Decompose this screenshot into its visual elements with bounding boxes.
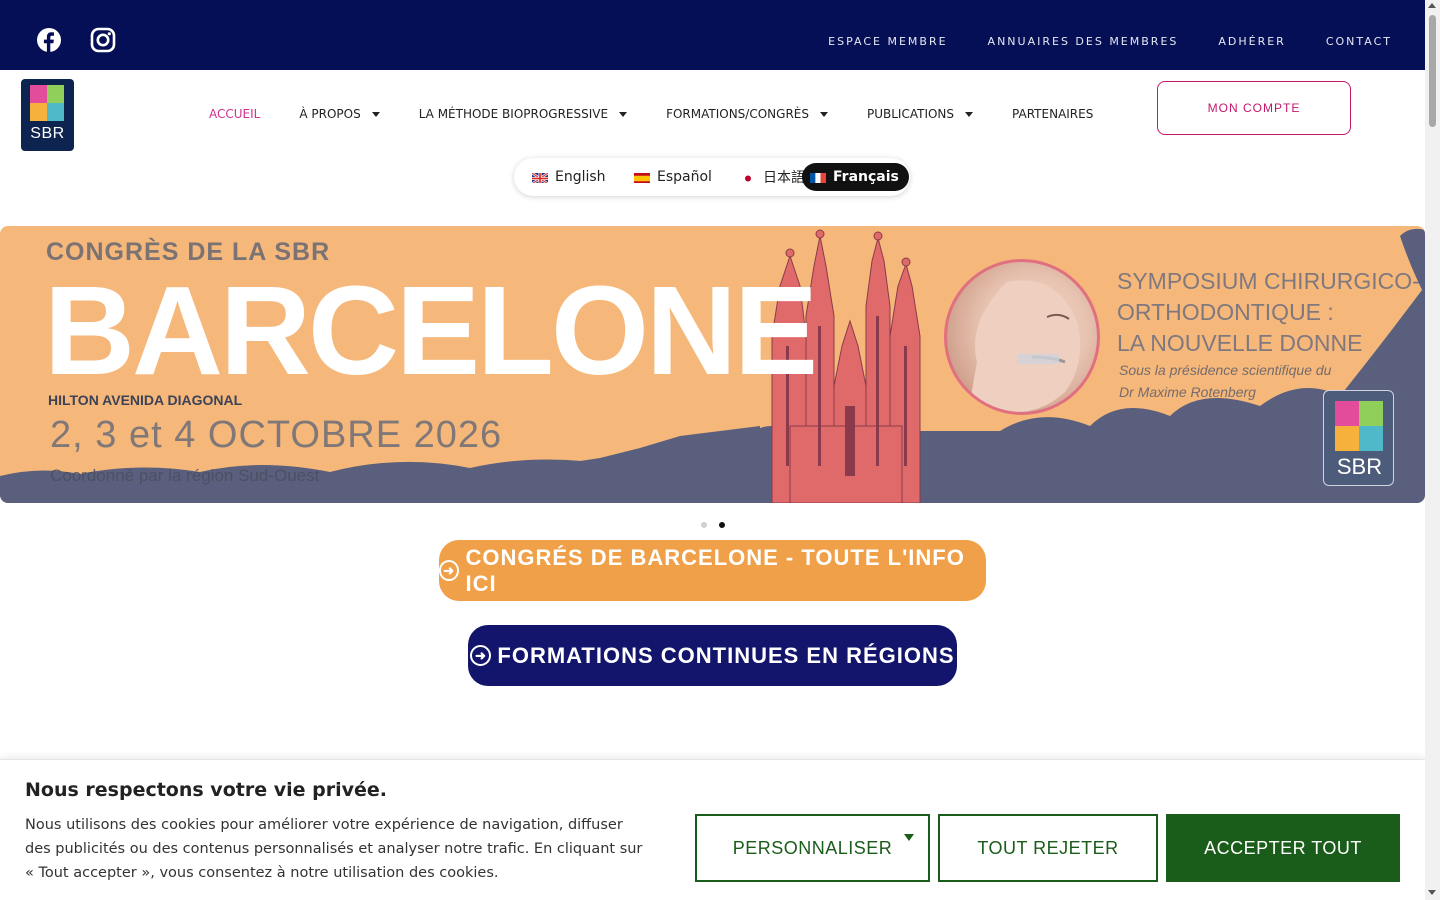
nav-label: ACCUEIL — [209, 107, 261, 121]
nav-label: PUBLICATIONS — [866, 107, 955, 121]
top-bar: ESPACE MEMBRE ANNUAIRES DES MEMBRES ADHÉ… — [0, 0, 1425, 70]
customize-button[interactable]: PERSONNALISER — [695, 814, 930, 882]
japan-flag-icon — [740, 172, 756, 183]
logo-text: SBR — [30, 125, 65, 142]
scrollbar-thumb[interactable] — [1429, 15, 1436, 127]
logo-tile — [1335, 401, 1359, 426]
banner-logo-text: SBR — [1336, 454, 1383, 479]
banner-sbr-logo: SBR — [1323, 390, 1394, 486]
logo-tile — [1359, 401, 1383, 426]
banner-city: BARCELONE — [44, 260, 818, 401]
cta-label: CONGRÉS DE BARCELONE - TOUTE L'INFO ICI — [465, 544, 965, 596]
caret-down-icon — [965, 111, 974, 117]
lang-label: Français — [833, 169, 899, 185]
nav-item-formations[interactable]: FORMATIONS/CONGRÈS — [666, 107, 828, 121]
main-nav: ACCUEIL À PROPOS LA MÉTHODE BIOPROGRESSI… — [209, 107, 1132, 121]
language-switcher: English Español 日本語 Français — [514, 158, 910, 196]
lang-espanol[interactable]: Español — [626, 163, 722, 191]
nav-label: LA MÉTHODE BIOPROGRESSIVE — [418, 107, 609, 121]
arrow-circle-right-icon: ➜ — [439, 560, 460, 581]
caret-down-icon — [619, 111, 628, 117]
carousel-dot-2[interactable] — [719, 522, 725, 528]
nav-item-a-propos[interactable]: À PROPOS — [299, 107, 380, 121]
scroll-up-arrow-icon[interactable] — [1428, 3, 1436, 8]
hero-banner[interactable]: CONGRÈS DE LA SBR BARCELONE HILTON AVENI… — [0, 226, 1425, 503]
caret-down-icon — [904, 834, 914, 841]
banner-symposium-line1: SYMPOSIUM CHIRURGICO-ORTHODONTIQUE : — [1117, 268, 1420, 326]
spain-flag-icon — [634, 172, 650, 183]
nav-label: À PROPOS — [299, 107, 361, 121]
lang-francais[interactable]: Français — [802, 163, 909, 191]
accept-all-button[interactable]: ACCEPTER TOUT — [1166, 814, 1400, 882]
banner-symposium-line2: LA NOUVELLE DONNE — [1117, 330, 1363, 357]
reject-all-button[interactable]: TOUT REJETER — [938, 814, 1158, 882]
carousel-dot-1[interactable] — [701, 522, 707, 528]
uk-flag-icon — [532, 171, 548, 183]
my-account-button[interactable]: MON COMPTE — [1157, 81, 1351, 135]
nav-label: FORMATIONS/CONGRÈS — [666, 107, 809, 121]
cookie-title: Nous respectons votre vie privée. — [25, 779, 387, 801]
france-flag-icon — [810, 172, 826, 183]
page: ESPACE MEMBRE ANNUAIRES DES MEMBRES ADHÉ… — [0, 0, 1425, 900]
top-link-contact[interactable]: CONTACT — [1326, 35, 1392, 48]
banner-subtitle: Sous la présidence scientifique du Dr Ma… — [1119, 360, 1331, 403]
top-link-espace-membre[interactable]: ESPACE MEMBRE — [828, 35, 947, 48]
logo-tile — [1335, 426, 1359, 451]
cta-congres-barcelone[interactable]: ➜ CONGRÉS DE BARCELONE - TOUTE L'INFO IC… — [439, 540, 986, 601]
banner-coordination: Coordonné par la région Sud-Ouest — [50, 466, 320, 485]
cookie-banner: Nous respectons votre vie privée. Nous u… — [0, 759, 1425, 900]
cookie-text: Nous utilisons des cookies pour améliore… — [25, 817, 643, 881]
banner-sub-line1: Sous la présidence scientifique du — [1119, 362, 1332, 378]
top-links: ESPACE MEMBRE ANNUAIRES DES MEMBRES ADHÉ… — [828, 35, 1392, 48]
banner-sub-line2: Dr Maxime Rotenberg — [1119, 383, 1256, 400]
cta-label: FORMATIONS CONTINUES EN RÉGIONS — [497, 642, 955, 668]
caret-down-icon — [819, 111, 828, 117]
banner-hotel: HILTON AVENIDA DIAGONAL — [48, 392, 243, 408]
page-scrollbar[interactable] — [1425, 0, 1440, 900]
logo-tile — [47, 85, 64, 103]
logo-tile — [1359, 426, 1383, 451]
top-link-adherer[interactable]: ADHÉRER — [1218, 35, 1285, 48]
banner-face-illustration — [944, 259, 1100, 415]
banner-date: 2, 3 et 4 OCTOBRE 2026 — [50, 414, 503, 456]
lang-english[interactable]: English — [524, 163, 616, 191]
customize-label: PERSONNALISER — [732, 837, 893, 858]
site-logo[interactable]: SBR — [21, 79, 74, 151]
lang-label: Español — [657, 169, 712, 185]
nav-item-methode[interactable]: LA MÉTHODE BIOPROGRESSIVE — [418, 107, 628, 121]
nav-label: PARTENAIRES — [1012, 107, 1094, 121]
logo-tile — [47, 103, 64, 121]
lang-label: 日本語 — [763, 170, 805, 186]
logo-tile — [30, 103, 47, 121]
cta-formations-regions[interactable]: ➜ FORMATIONS CONTINUES EN RÉGIONS — [468, 625, 957, 686]
lang-label: English — [555, 169, 606, 185]
facebook-icon[interactable] — [36, 27, 62, 53]
nav-item-publications[interactable]: PUBLICATIONS — [866, 107, 974, 121]
nav-item-accueil[interactable]: ACCUEIL — [209, 107, 260, 121]
instagram-icon[interactable] — [90, 27, 116, 53]
caret-down-icon — [371, 111, 380, 117]
scroll-down-arrow-icon[interactable] — [1428, 890, 1436, 895]
top-link-annuaires[interactable]: ANNUAIRES DES MEMBRES — [988, 35, 1179, 48]
arrow-circle-right-icon: ➜ — [470, 645, 492, 666]
banner-symposium: SYMPOSIUM CHIRURGICO-ORTHODONTIQUE : LA … — [1117, 266, 1425, 359]
nav-item-partenaires[interactable]: PARTENAIRES — [1012, 107, 1093, 121]
logo-tile — [30, 85, 47, 103]
